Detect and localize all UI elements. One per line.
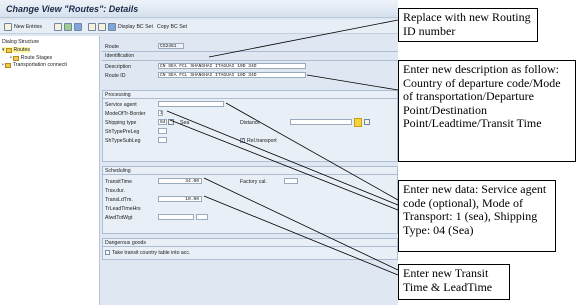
arrow-description <box>306 74 399 91</box>
arrow-lead-time <box>203 195 399 276</box>
arrow-routing-id <box>208 19 399 58</box>
callout-routing-id: Replace with new Routing ID number <box>398 8 538 42</box>
callout-scheduling: Enter new Transit Time & LeadTime <box>398 264 510 300</box>
callout-processing: Enter new data: Service agent code (opti… <box>398 180 556 252</box>
arrow-service-agent <box>225 102 399 201</box>
arrow-transit-time <box>203 177 399 271</box>
callout-description: Enter new description as follow: Country… <box>398 60 576 162</box>
arrow-mode <box>166 110 399 206</box>
